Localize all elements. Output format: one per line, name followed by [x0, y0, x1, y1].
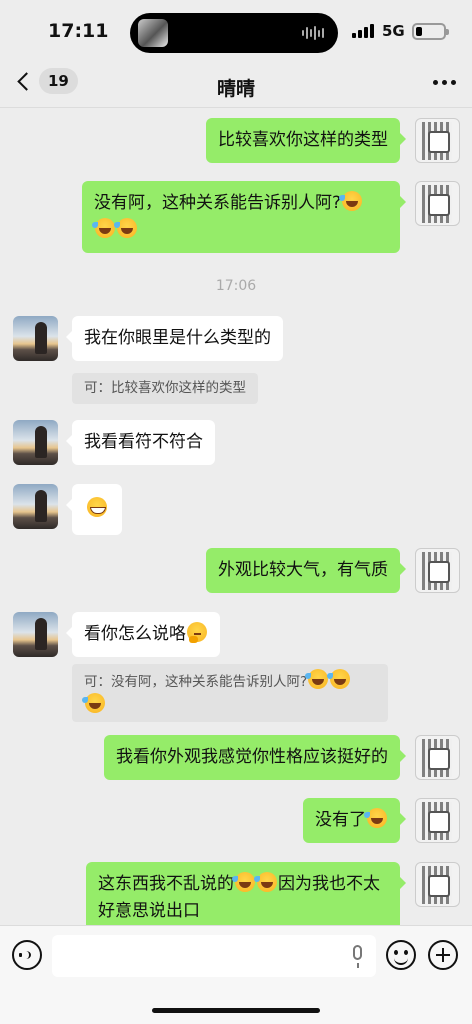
contact-avatar[interactable]	[13, 612, 58, 657]
more-options-icon[interactable]	[433, 80, 456, 85]
message-text: 没有阿，这种关系能告诉别人阿?	[94, 193, 342, 213]
my-avatar[interactable]	[415, 798, 460, 843]
sent-message-bubble[interactable]: 我看你外观我感觉你性格应该挺好的	[104, 735, 406, 780]
laugh-emoji-icon	[339, 191, 363, 211]
sent-message-bubble[interactable]: 这东西我不乱说的 因为我也不太好意思说出口	[86, 862, 406, 925]
contact-avatar[interactable]	[13, 316, 58, 361]
now-playing-artwork-icon	[138, 19, 168, 47]
laugh-emoji-icon	[327, 669, 351, 689]
dynamic-island[interactable]	[130, 13, 338, 53]
message-text: 没有了	[315, 810, 366, 830]
received-message-bubble[interactable]: 我在你眼里是什么类型的	[66, 316, 283, 361]
contact-avatar[interactable]	[13, 484, 58, 529]
my-avatar[interactable]	[415, 862, 460, 907]
laugh-emoji-icon	[232, 872, 255, 892]
sent-message-bubble[interactable]: 比较喜欢你这样的类型	[206, 118, 406, 163]
my-avatar[interactable]	[415, 735, 460, 780]
sent-message-bubble[interactable]: 没有了	[303, 798, 406, 843]
network-type: 5G	[382, 22, 405, 40]
received-message-bubble[interactable]: 我看看符不符合	[66, 420, 215, 465]
laugh-emoji-icon	[82, 693, 105, 713]
home-indicator[interactable]	[152, 1008, 320, 1013]
contact-avatar[interactable]	[13, 420, 58, 465]
status-time: 17:11	[48, 20, 109, 42]
laugh-emoji-icon	[254, 872, 277, 892]
chat-header: 19 晴晴	[0, 62, 472, 108]
quoted-reply[interactable]: 可：比较喜欢你这样的类型	[72, 373, 258, 404]
message-text: 我看看符不符合	[84, 432, 203, 452]
message-text: 这东西我不乱说的	[98, 874, 234, 894]
plus-icon[interactable]	[428, 940, 458, 970]
microphone-icon[interactable]	[353, 945, 362, 968]
laugh-emoji-icon	[114, 218, 137, 238]
message-input[interactable]	[52, 935, 376, 977]
received-message-bubble[interactable]	[66, 484, 122, 535]
my-avatar[interactable]	[415, 118, 460, 163]
laugh-emoji-icon	[305, 669, 329, 689]
quote-text: 可：没有阿，这种关系能告诉别人阿?	[84, 674, 308, 690]
my-avatar[interactable]	[415, 181, 460, 226]
message-text: 看你怎么说咯	[84, 624, 186, 644]
thinking-emoji-icon	[187, 622, 207, 643]
audio-wave-icon	[302, 25, 324, 41]
battery-icon	[412, 23, 449, 40]
quoted-reply[interactable]: 可：没有阿，这种关系能告诉别人阿?	[72, 664, 388, 722]
sent-message-bubble[interactable]: 没有阿，这种关系能告诉别人阿?	[82, 181, 406, 253]
message-text: 比较喜欢你这样的类型	[218, 130, 388, 150]
laugh-emoji-icon	[364, 808, 387, 828]
timestamp: 17:06	[215, 278, 257, 294]
received-message-bubble[interactable]: 看你怎么说咯	[66, 612, 220, 657]
sent-message-bubble[interactable]: 外观比较大气，有气质	[206, 548, 406, 593]
message-list[interactable]: 比较喜欢你这样的类型 没有阿，这种关系能告诉别人阿? 17:06 我在你眼里是什…	[0, 109, 472, 925]
grinning-emoji-icon	[87, 497, 107, 517]
my-avatar[interactable]	[415, 548, 460, 593]
chat-title: 晴晴	[216, 78, 255, 100]
voice-input-icon[interactable]	[12, 940, 42, 970]
emoji-picker-icon[interactable]	[386, 940, 416, 970]
message-text: 我在你眼里是什么类型的	[84, 328, 271, 348]
status-bar: 17:11 5G	[0, 0, 472, 62]
laugh-emoji-icon	[92, 218, 115, 238]
message-text: 我看你外观我感觉你性格应该挺好的	[116, 747, 388, 767]
message-text: 外观比较大气，有气质	[218, 560, 388, 580]
cellular-signal-icon	[352, 24, 374, 38]
